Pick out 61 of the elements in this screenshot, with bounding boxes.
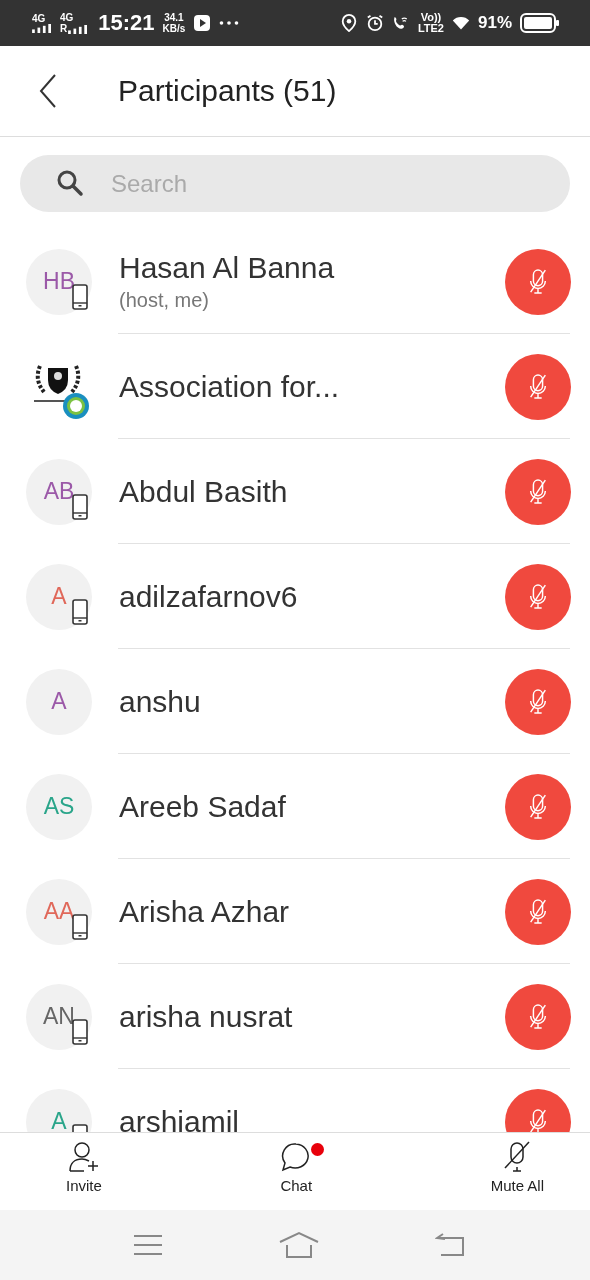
muted-mic-icon <box>527 266 549 297</box>
participant-row[interactable]: Association for... <box>0 334 590 439</box>
toolbar-button[interactable]: Mute All <box>472 1133 562 1210</box>
location-icon <box>339 14 358 32</box>
participant-row[interactable]: AB Abdul Basith <box>0 439 590 544</box>
avatar-initials: A <box>51 688 67 715</box>
back-nav-icon[interactable] <box>435 1233 465 1257</box>
participant-row[interactable]: A adilzafarnov6 <box>0 544 590 649</box>
avatar-initials: AS <box>43 793 75 820</box>
participant-role: (host, me) <box>119 289 211 312</box>
muted-mic-icon <box>527 581 549 612</box>
participant-name: anshu <box>119 684 202 719</box>
network-label: 4G <box>32 13 47 24</box>
participant-name: Association for... <box>119 369 341 404</box>
page-title: Participants (51) <box>118 74 337 108</box>
volte-label: Vo)) <box>420 12 442 23</box>
muted-mic-icon <box>527 1001 549 1032</box>
muted-mic-icon <box>527 686 549 717</box>
alarm-icon <box>365 14 384 32</box>
participant-name: Hasan Al Banna <box>119 251 336 285</box>
wifi-calling-icon <box>391 14 410 32</box>
participant-name: arshiamil <box>119 1104 241 1132</box>
participant-name: Abdul Basith <box>119 474 289 509</box>
home-icon[interactable] <box>279 1231 319 1259</box>
network-label: 4G <box>60 12 75 23</box>
speed-value: 34.1 <box>164 12 184 23</box>
participant-name: Arisha Azhar <box>119 894 291 929</box>
participant-name: arisha nusrat <box>119 999 294 1034</box>
menu-icon[interactable] <box>133 1233 163 1257</box>
play-icon <box>193 14 212 32</box>
signal-icon <box>32 24 52 33</box>
participant-row[interactable]: AN arisha nusrat <box>0 964 590 1069</box>
toolbar-button[interactable]: Chat <box>262 1133 331 1210</box>
wifi-icon <box>451 14 470 32</box>
signal-icon <box>68 25 89 34</box>
avatar-initials: AA <box>43 898 75 925</box>
avatar-initials: A <box>51 1108 67 1132</box>
muted-mic-icon <box>527 371 549 402</box>
search-field[interactable]: Search <box>20 155 570 212</box>
participant-row[interactable]: HB Hasan Al Banna (host, me) <box>0 229 590 334</box>
avatar-initials: AB <box>43 478 75 505</box>
roaming-label: R <box>60 23 68 34</box>
clock: 15:21 <box>98 10 155 36</box>
muted-mic-icon <box>527 896 549 927</box>
avatar-initials: HB <box>43 268 75 295</box>
battery-icon <box>520 13 560 33</box>
speed-unit: KB/s <box>162 23 186 34</box>
add-person-icon <box>67 1141 100 1173</box>
muted-mic-icon <box>527 791 549 822</box>
lte-label: LTE2 <box>417 23 444 34</box>
avatar-initials: A <box>51 583 67 610</box>
participant-row[interactable]: A anshu <box>0 649 590 754</box>
participant-row[interactable]: AS Areeb Sadaf <box>0 754 590 859</box>
participant-row[interactable]: AA Arisha Azhar <box>0 859 590 964</box>
battery-percent: 91% <box>477 13 512 33</box>
participant-name: Areeb Sadaf <box>119 789 287 824</box>
muted-mic-icon <box>527 476 549 507</box>
more-icon <box>219 20 240 26</box>
avatar-initials: AN <box>43 1003 75 1030</box>
toolbar-button[interactable]: Invite <box>48 1133 120 1210</box>
participant-name: adilzafarnov6 <box>119 579 299 614</box>
